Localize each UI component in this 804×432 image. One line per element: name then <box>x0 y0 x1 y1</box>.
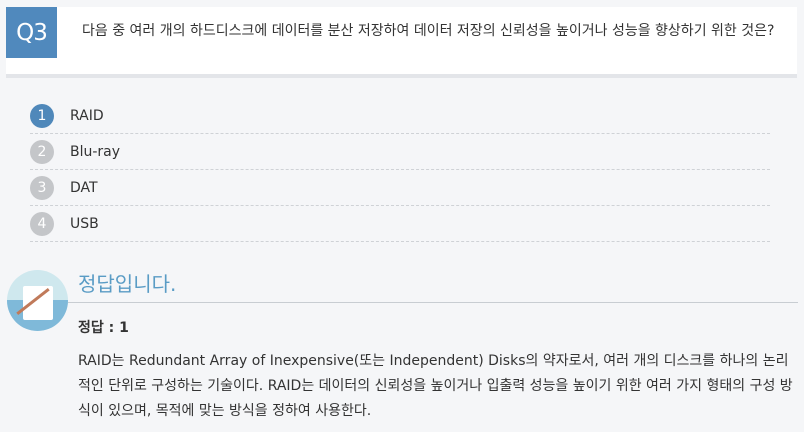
answer-sheet-icon <box>7 270 68 331</box>
option-label: USB <box>70 215 99 232</box>
option-number: 3 <box>30 175 54 200</box>
option-2[interactable]: 2 Blu-ray <box>30 134 770 170</box>
option-label: RAID <box>70 107 104 124</box>
option-number: 2 <box>30 139 54 164</box>
option-label: DAT <box>70 179 98 196</box>
correct-answer-label: 정답 : 1 <box>78 320 129 336</box>
answer-result-title: 정답입니다. <box>78 272 177 296</box>
question-text: 다음 중 여러 개의 하드디스크에 데이터를 분산 저장하여 데이터 저장의 신… <box>82 23 775 39</box>
question-number-badge: Q3 <box>6 7 57 58</box>
divider <box>68 302 798 303</box>
option-number: 4 <box>30 211 54 236</box>
option-1[interactable]: 1 RAID <box>30 98 770 134</box>
option-label: Blu-ray <box>70 143 121 160</box>
answer-explanation: RAID는 Redundant Array of Inexpensive(또는 … <box>78 353 793 419</box>
question-card: Q3 다음 중 여러 개의 하드디스크에 데이터를 분산 저장하여 데이터 저장… <box>6 7 797 78</box>
option-4[interactable]: 4 USB <box>30 206 770 242</box>
option-number: 1 <box>30 103 54 128</box>
answer-options: 1 RAID 2 Blu-ray 3 DAT 4 USB <box>30 98 770 242</box>
option-3[interactable]: 3 DAT <box>30 170 770 206</box>
